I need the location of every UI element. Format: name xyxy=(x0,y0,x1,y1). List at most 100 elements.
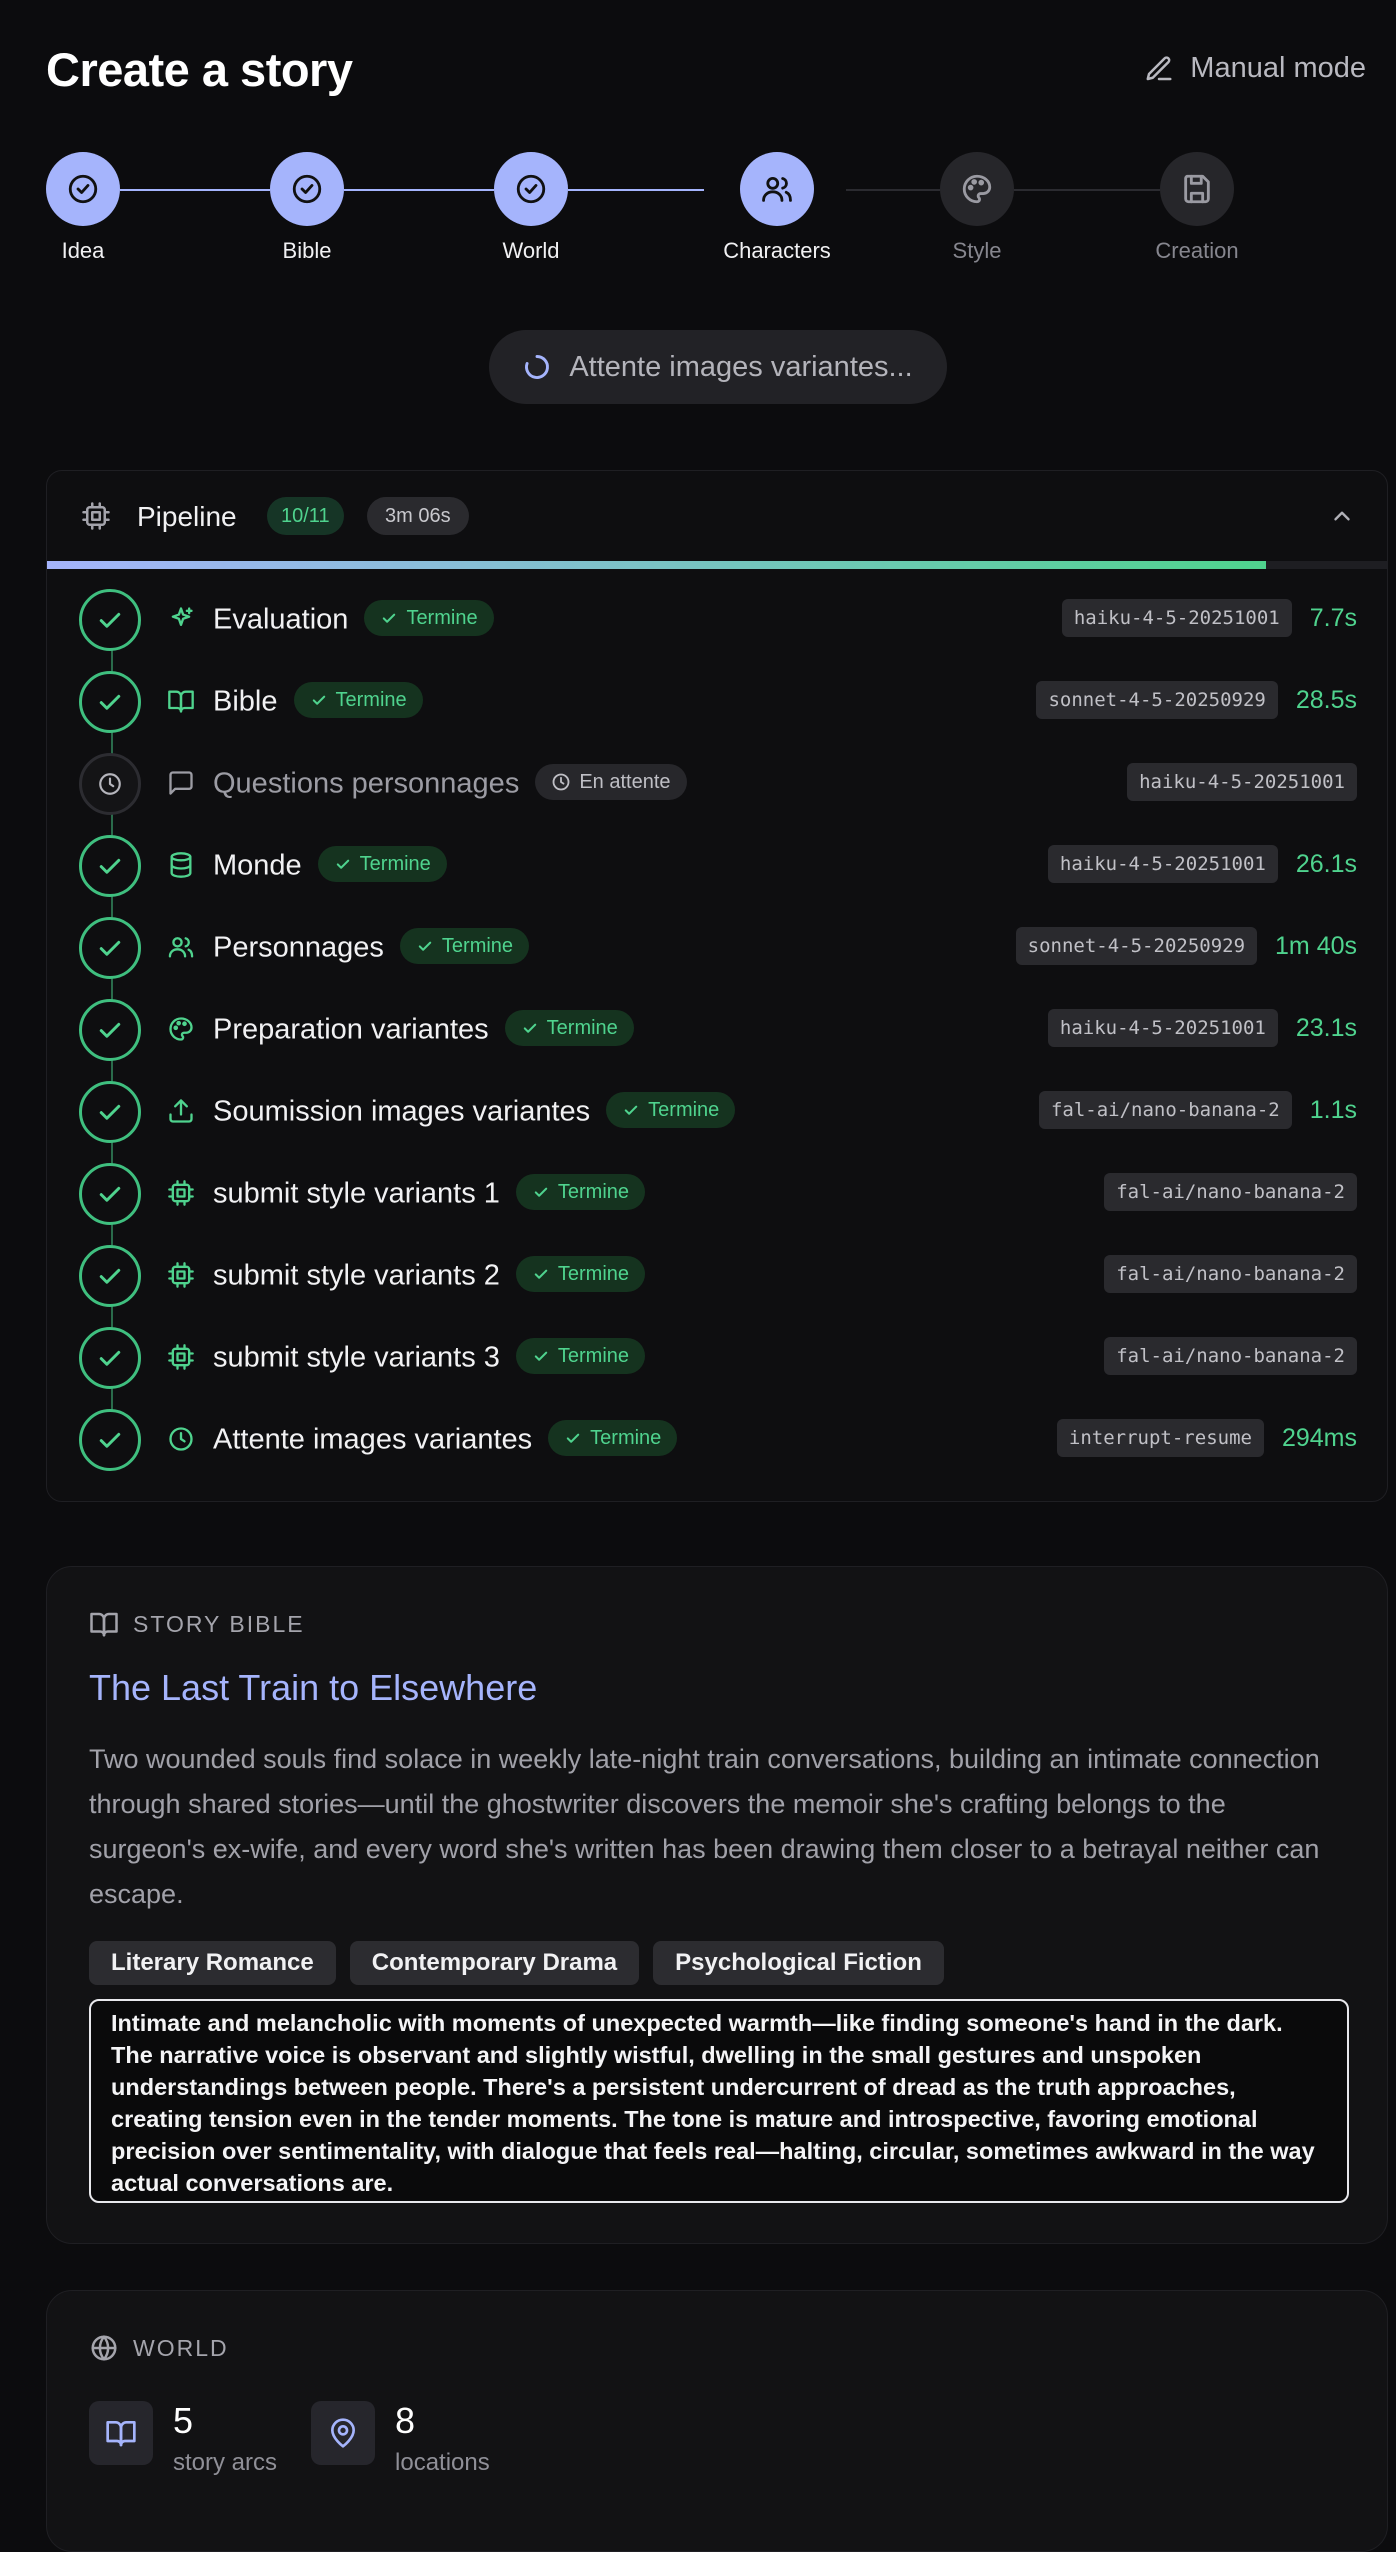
status-badge-label: Termine xyxy=(557,1344,630,1367)
step-connector xyxy=(1014,189,1160,191)
step-name: submit style variants 3 xyxy=(213,1341,500,1374)
pipeline-count-badge: 10/11 xyxy=(267,497,344,535)
status-badge-label: Termine xyxy=(441,934,514,957)
check-circle-icon xyxy=(46,152,120,226)
stat-value: 5 xyxy=(173,2400,194,2441)
step-idea[interactable]: Idea xyxy=(46,152,120,263)
status-text: Attente images variantes... xyxy=(569,350,913,383)
model-tag: sonnet-4-5-20250929 xyxy=(1015,927,1258,965)
check-icon xyxy=(564,1429,582,1447)
duration: 1m 40s xyxy=(1275,931,1357,960)
duration: 1.1s xyxy=(1309,1095,1357,1124)
model-tag: fal-ai/nano-banana-2 xyxy=(1104,1337,1357,1375)
status-badge-label: Termine xyxy=(546,1016,618,1039)
palette-icon xyxy=(167,1015,195,1043)
step-label: Creation xyxy=(1155,238,1239,263)
check-icon xyxy=(380,609,398,627)
check-icon xyxy=(622,1101,640,1119)
model-tag: fal-ai/nano-banana-2 xyxy=(1038,1091,1292,1129)
status-indicator: Attente images variantes... xyxy=(489,330,947,404)
story-title: The Last Train to Elsewhere xyxy=(89,1667,538,1708)
pipeline-title: Pipeline xyxy=(137,501,237,532)
step-characters[interactable]: Characters xyxy=(723,152,831,263)
step-bible[interactable]: Bible xyxy=(270,152,344,263)
status-badge: Termine xyxy=(548,1420,678,1456)
pipeline-step-row: Evaluation Termine haiku-4-5-20251001 7.7s xyxy=(47,589,1387,671)
pipeline-header[interactable]: Pipeline 10/11 3m 06s xyxy=(47,471,1387,561)
check-icon xyxy=(79,1081,141,1143)
check-icon xyxy=(79,1163,141,1225)
pipeline-progress-fill xyxy=(47,561,1267,569)
status-badge: Termine xyxy=(364,600,494,636)
duration: 23.1s xyxy=(1295,1013,1357,1042)
status-badge: Termine xyxy=(606,1092,736,1128)
check-icon xyxy=(334,855,352,873)
database-icon xyxy=(167,851,195,879)
step-name: Bible xyxy=(213,685,278,718)
status-badge-label: Termine xyxy=(590,1426,662,1449)
model-tag: haiku-4-5-20251001 xyxy=(1061,599,1292,637)
world-card: WORLD 5 story arcs 8 locations xyxy=(46,2290,1388,2552)
step-name: Personnages xyxy=(213,931,384,964)
check-icon xyxy=(310,691,328,709)
duration: 28.5s xyxy=(1295,685,1357,714)
step-label: Characters xyxy=(723,238,831,263)
spinner-icon xyxy=(523,353,551,381)
wizard-stepper: Idea Bible World Characters Style Creati… xyxy=(46,152,1336,272)
pipeline-step-row: Bible Termine sonnet-4-5-20250929 28.5s xyxy=(47,671,1387,753)
status-badge: Termine xyxy=(515,1174,646,1210)
step-label: Bible xyxy=(282,238,332,263)
check-icon xyxy=(79,835,141,897)
clock-icon xyxy=(551,772,571,792)
pipeline-step-row: submit style variants 1 Termine fal-ai/nan… xyxy=(47,1163,1387,1245)
step-label: World xyxy=(502,238,560,263)
check-circle-icon xyxy=(270,152,344,226)
pipeline-step-row: submit style variants 3 Termine fal-ai/nan… xyxy=(47,1327,1387,1409)
status-badge-label: Termine xyxy=(557,1262,630,1285)
model-tag: haiku-4-5-20251001 xyxy=(1127,763,1357,801)
world-label: WORLD xyxy=(133,2334,229,2361)
world-stats: 5 story arcs 8 locations xyxy=(89,2401,490,2477)
step-label: Style xyxy=(952,238,1002,263)
cpu-icon xyxy=(81,501,111,531)
duration: 7.7s xyxy=(1309,603,1357,632)
genre-tag: Psychological Fiction xyxy=(653,1941,944,1985)
pipeline-progress-bar xyxy=(47,561,1387,569)
status-badge-label: En attente xyxy=(579,770,671,793)
users-icon xyxy=(167,933,195,961)
clock-icon xyxy=(167,1425,195,1453)
step-name: Attente images variantes xyxy=(213,1423,533,1456)
status-badge: Termine xyxy=(504,1010,634,1046)
genre-tag: Contemporary Drama xyxy=(349,1941,640,1985)
step-name: Soumission images variantes xyxy=(213,1095,591,1128)
manual-mode-button[interactable]: Manual mode xyxy=(1144,52,1366,85)
step-name: Evaluation xyxy=(213,603,349,636)
check-icon xyxy=(532,1347,550,1365)
step-creation[interactable]: Creation xyxy=(1155,152,1239,263)
check-circle-icon xyxy=(494,152,568,226)
check-icon xyxy=(79,917,141,979)
world-heading: WORLD xyxy=(89,2333,229,2363)
map-pin-icon xyxy=(311,2401,376,2465)
step-style[interactable]: Style xyxy=(940,152,1014,263)
pipeline-step-row: Questions personnages En attente haiku-4-5… xyxy=(47,753,1387,835)
story-bible-card: STORY BIBLE The Last Train to Elsewhere … xyxy=(46,1566,1388,2244)
check-icon xyxy=(79,589,141,651)
step-name: submit style variants 2 xyxy=(213,1259,500,1292)
step-connector xyxy=(846,189,940,191)
step-connector xyxy=(344,189,494,191)
duration: 26.1s xyxy=(1295,849,1357,878)
tone-textarea[interactable]: Intimate and melancholic with moments of… xyxy=(89,1999,1349,2203)
pencil-icon xyxy=(1144,54,1174,84)
book-icon xyxy=(167,687,195,715)
step-world[interactable]: World xyxy=(494,152,568,263)
step-name: Monde xyxy=(213,849,302,882)
status-badge-label: Termine xyxy=(335,688,407,711)
save-icon xyxy=(1160,152,1234,226)
pipeline-step-row: Preparation variantes Termine haiku-4-5-20… xyxy=(47,999,1387,1081)
stat-story-arcs: 5 story arcs xyxy=(89,2401,277,2477)
sparkles-icon xyxy=(167,605,195,633)
cpu-icon xyxy=(167,1261,195,1289)
status-badge-label: Termine xyxy=(648,1098,720,1121)
chevron-up-icon[interactable] xyxy=(1329,503,1355,529)
